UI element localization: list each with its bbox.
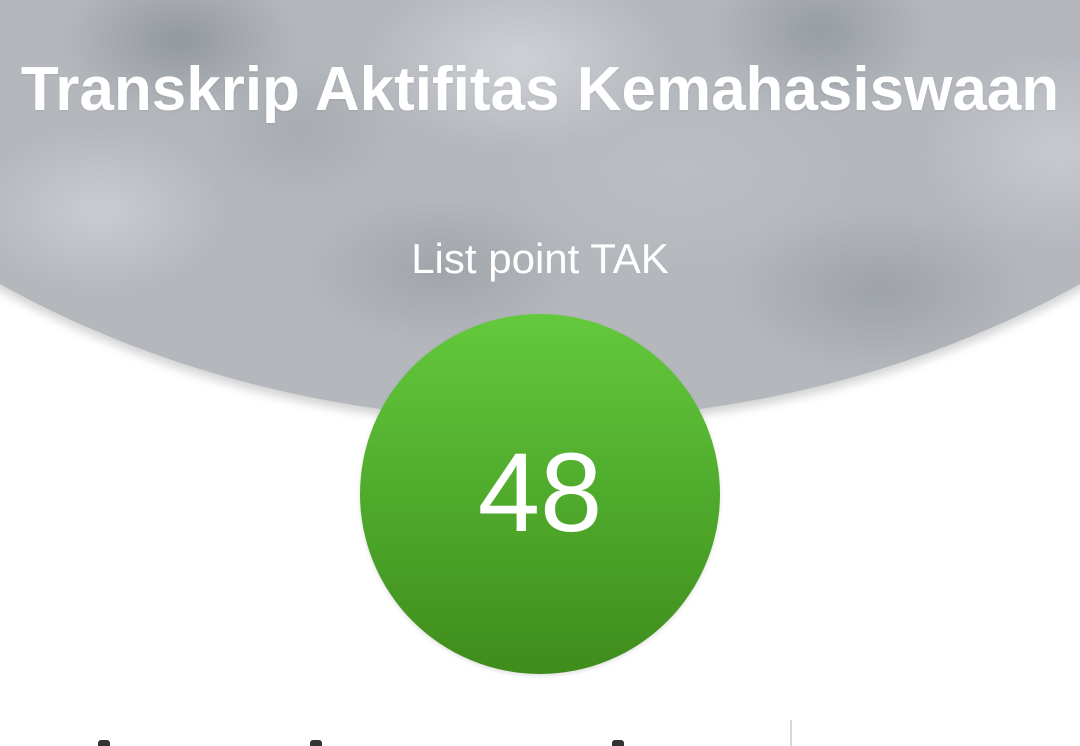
cut-off-text-fragment (612, 740, 624, 746)
cut-off-text-fragment (310, 740, 322, 746)
points-badge: 48 (360, 314, 720, 674)
column-divider (790, 720, 792, 746)
cut-off-text-fragment (98, 740, 110, 746)
points-value: 48 (477, 430, 603, 555)
page-subtitle: List point TAK (411, 235, 669, 282)
tak-screen: Transkrip Aktifitas Kemahasiswaan List p… (0, 0, 1080, 746)
page-title: Transkrip Aktifitas Kemahasiswaan (20, 55, 1060, 124)
